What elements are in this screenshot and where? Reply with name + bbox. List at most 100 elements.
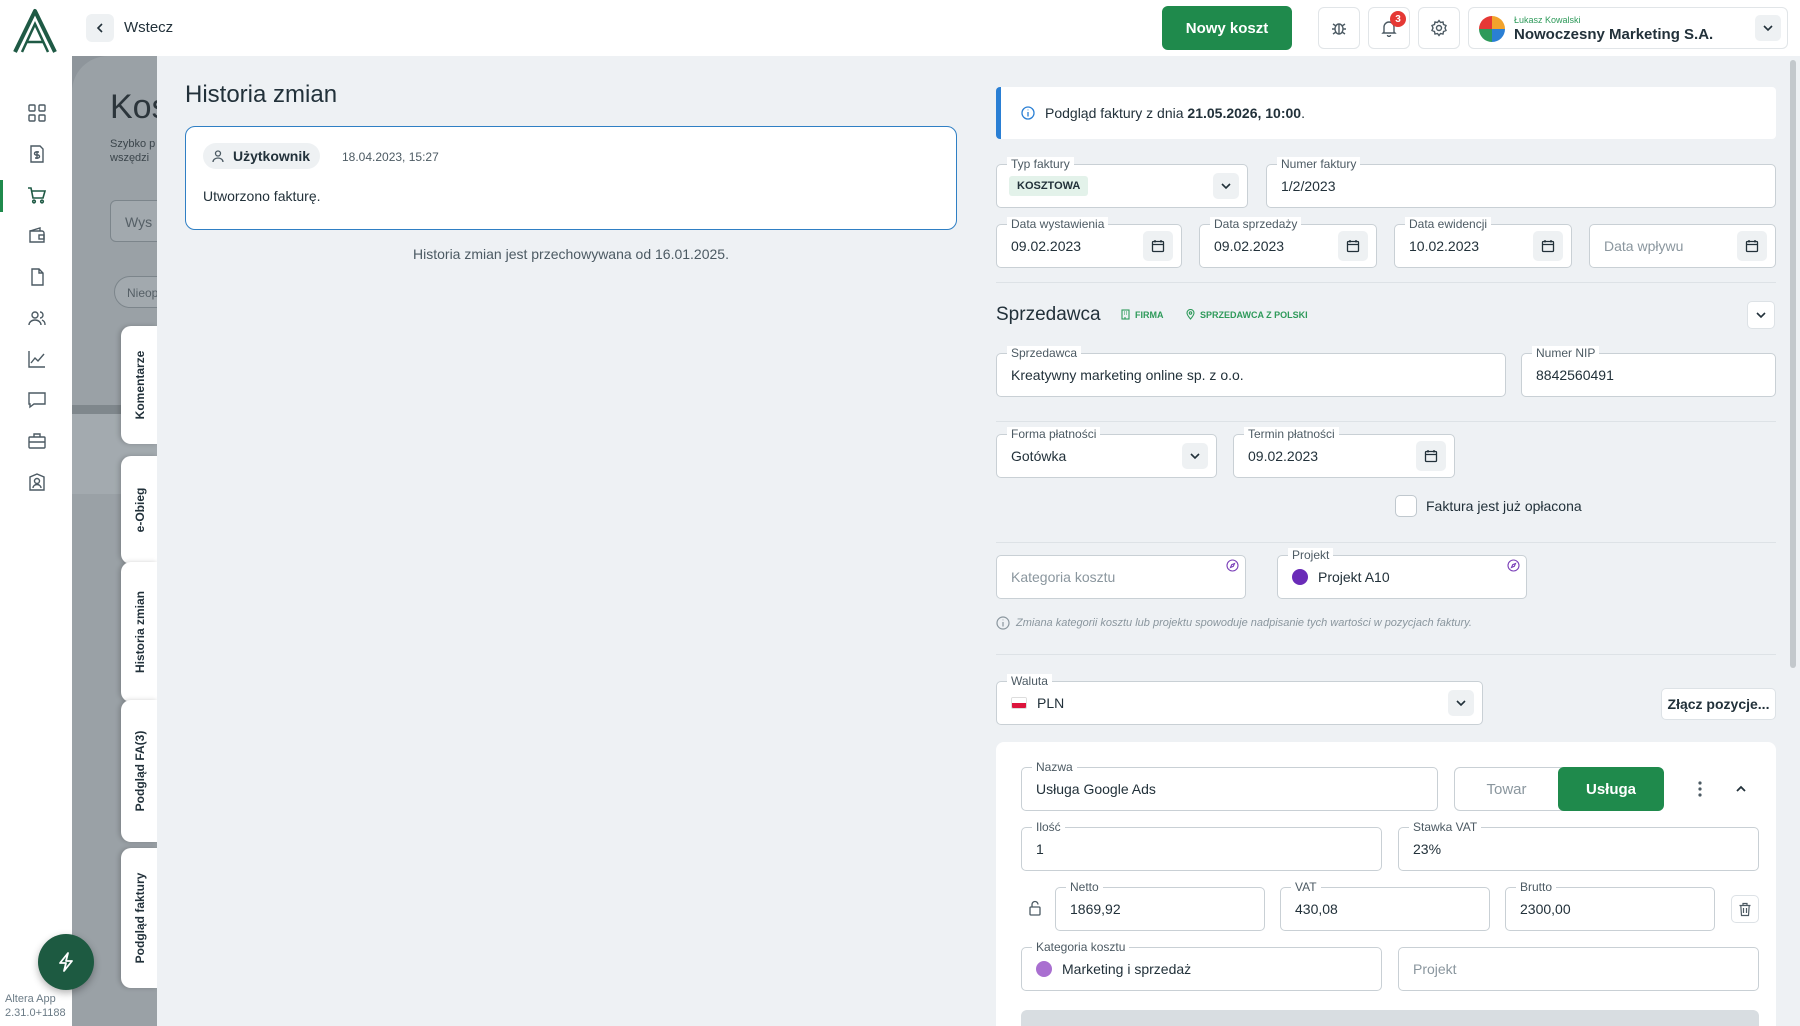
item-quantity-field[interactable]: Ilość 1 (1021, 820, 1382, 871)
briefcase-icon (28, 433, 46, 449)
sidebar-item-wallet[interactable] (20, 219, 54, 253)
compass-icon (1226, 559, 1239, 572)
item-collapse-button[interactable] (1728, 776, 1754, 802)
item-vat-field[interactable]: VAT 430,08 (1280, 880, 1490, 931)
payment-due-field[interactable]: Termin płatności 09.02.2023 (1233, 427, 1455, 478)
info-icon (996, 616, 1010, 630)
payment-due-picker[interactable] (1416, 441, 1446, 471)
sidebar-item-contacts[interactable] (20, 465, 54, 499)
poland-seller-tag: SPRZEDAWCA Z POLSKI (1185, 309, 1308, 320)
cart-icon (28, 187, 47, 204)
settings-button[interactable] (1418, 7, 1460, 49)
sidebar-item-reports[interactable] (20, 342, 54, 376)
item-gross-field[interactable]: Brutto 2300,00 (1505, 880, 1715, 931)
item-name-field[interactable]: Nazwa Usługa Google Ads (1021, 760, 1438, 811)
seller-name-field[interactable]: Sprzedawca Kreatywny marketing online sp… (996, 346, 1506, 397)
tab-e-obieg[interactable]: e-Obieg (121, 456, 158, 564)
record-date-picker[interactable] (1533, 231, 1563, 261)
payment-form-select[interactable]: Forma płatności Gotówka (996, 427, 1217, 478)
lock-icon[interactable] (1028, 900, 1042, 916)
item-vat-rate-field[interactable]: Stawka VAT 23% (1398, 820, 1759, 871)
currency-toggle[interactable] (1448, 690, 1474, 716)
calendar-icon (1346, 240, 1360, 253)
company-logo-icon (1479, 16, 1505, 42)
company-user-name: Łukasz Kowalski (1514, 15, 1581, 25)
sidebar-item-assets[interactable] (20, 424, 54, 458)
category-color-dot (1036, 961, 1052, 977)
item-type-service[interactable]: Usługa (1558, 767, 1664, 811)
history-user-chip: Użytkownik (203, 143, 321, 169)
merge-items-button[interactable]: Złącz pozycje... (1661, 688, 1776, 720)
company-dropdown-toggle[interactable] (1755, 15, 1781, 41)
nip-field[interactable]: Numer NIP 8842560491 (1521, 346, 1776, 397)
company-switcher[interactable]: Łukasz Kowalski Nowoczesny Marketing S.A… (1468, 7, 1788, 49)
sale-date-picker[interactable] (1338, 231, 1368, 261)
bug-icon (1332, 23, 1346, 35)
receipt-date-picker[interactable] (1737, 231, 1767, 261)
sidebar-item-dashboard[interactable] (20, 96, 54, 130)
building-icon (1121, 309, 1130, 320)
paid-checkbox[interactable] (1395, 495, 1417, 517)
quick-action-button[interactable] (38, 934, 94, 990)
issue-date-picker[interactable] (1143, 231, 1173, 261)
info-text: Podgląd faktury z dnia 21.05.2026, 10:00… (1045, 105, 1305, 121)
back-label[interactable]: Wstecz (124, 19, 173, 36)
project-field[interactable]: Projekt Projekt A10 (1277, 548, 1527, 599)
seller-section-toggle[interactable] (1747, 301, 1775, 329)
category-hint: Zmiana kategorii kosztu lub projektu spo… (996, 616, 1472, 630)
seller-section-title: Sprzedawca (996, 304, 1101, 325)
item-cost-category-field[interactable]: Kategoria kosztu Marketing i sprzedaż (1021, 940, 1382, 991)
record-date-field[interactable]: Data ewidencji 10.02.2023 (1394, 217, 1572, 268)
item-project-field[interactable]: Projekt (1398, 947, 1759, 991)
sidebar-item-revenue[interactable] (20, 137, 54, 171)
sidebar-item-documents[interactable] (20, 260, 54, 294)
chevron-down-icon (1456, 700, 1466, 707)
paid-checkbox-label[interactable]: Faktura jest już opłacona (1426, 498, 1582, 514)
scrollbar-thumb[interactable] (1790, 60, 1796, 668)
sidebar-item-contractors[interactable] (20, 301, 54, 335)
calendar-icon (1541, 240, 1555, 253)
currency-select[interactable]: Waluta PLN (996, 674, 1483, 725)
history-text: Utworzono fakturę. (203, 188, 321, 204)
new-cost-button[interactable]: Nowy koszt (1162, 6, 1292, 50)
tab-preview-fa3[interactable]: Podgląd FA(3) (121, 700, 158, 842)
company-name: Nowoczesny Marketing S.A. (1514, 26, 1714, 43)
sidebar-item-costs[interactable] (20, 178, 54, 212)
bug-report-button[interactable] (1318, 7, 1360, 49)
invoice-type-toggle[interactable] (1213, 173, 1239, 199)
calendar-icon (1151, 240, 1165, 253)
history-entry: Użytkownik 18.04.2023, 15:27 Utworzono f… (185, 126, 957, 230)
sidebar-active-indicator (0, 180, 3, 212)
document-icon (31, 268, 44, 286)
item-net-field[interactable]: Netto 1869,92 (1055, 880, 1265, 931)
poland-flag-icon (1011, 697, 1027, 709)
item-menu-button[interactable] (1690, 776, 1710, 802)
invoice-number-field[interactable]: Numer faktury 1/2/2023 (1266, 157, 1776, 208)
lightning-icon (59, 952, 73, 972)
sale-date-field[interactable]: Data sprzedaży 09.02.2023 (1199, 217, 1377, 268)
receipt-date-field[interactable]: Data wpływu (1589, 224, 1776, 268)
app-logo[interactable] (12, 8, 58, 54)
chevron-down-icon (1763, 25, 1773, 32)
contact-icon (29, 473, 45, 491)
item-type-toggle: Towar Usługa (1454, 767, 1664, 811)
chevron-left-icon (96, 23, 103, 33)
item-type-goods[interactable]: Towar (1455, 768, 1558, 810)
issue-date-field[interactable]: Data wystawienia 09.02.2023 (996, 217, 1182, 268)
invoice-type-tag: KOSZTOWA (1009, 176, 1089, 196)
tab-change-history[interactable]: Historia zmian (121, 562, 158, 702)
user-icon (212, 150, 224, 163)
app-version: Altera App 2.31.0+1188 (5, 993, 66, 1019)
gear-icon (1431, 19, 1447, 37)
cost-category-field[interactable]: Kategoria kosztu (996, 555, 1246, 599)
payment-form-toggle[interactable] (1182, 443, 1208, 469)
sidebar-item-messages[interactable] (20, 383, 54, 417)
chevron-down-icon (1190, 453, 1200, 460)
tab-comments[interactable]: Komentarze (121, 326, 158, 444)
back-button[interactable] (86, 14, 114, 42)
background-page-subtitle: Szybko p wszędzi (110, 138, 156, 164)
tab-invoice-preview[interactable]: Podgląd faktury (121, 848, 158, 988)
calendar-icon (1745, 240, 1759, 253)
invoice-type-select[interactable]: Typ faktury KOSZTOWA (996, 157, 1248, 208)
delete-item-button[interactable] (1731, 895, 1759, 923)
